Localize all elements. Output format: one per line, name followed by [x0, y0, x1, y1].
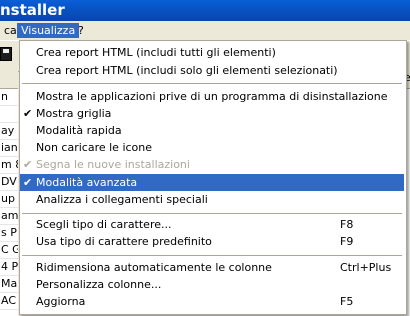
menu-separator	[22, 83, 402, 84]
list-item[interactable]	[0, 106, 18, 123]
list-item[interactable]: AC	[0, 293, 18, 310]
menu-item-report-all[interactable]: Crea report HTML (includi tutti gli elem…	[20, 44, 404, 61]
program-list: n ay ian m 8 DV up ame s P C G 4 P Man A…	[0, 71, 18, 316]
menu-item-refresh[interactable]: Aggiorna F5	[20, 293, 404, 310]
list-item[interactable]: ay	[0, 123, 18, 140]
menu-item-label: Crea report HTML (includi tutti gli elem…	[36, 46, 276, 59]
menu-item-default-font[interactable]: Usa tipo di carattere predefinito F9	[20, 233, 404, 250]
checkmark-icon: ✔	[23, 176, 33, 189]
menu-item-show-no-uninstaller[interactable]: Mostra le applicazioni prive di un progr…	[20, 88, 404, 105]
menu-item-shortcut: F5	[340, 295, 354, 308]
menu-item-report-selected[interactable]: Crea report HTML (includi solo gli eleme…	[20, 62, 404, 79]
menu-item-show-grid[interactable]: ✔ Mostra griglia	[20, 105, 404, 122]
menu-item-no-icons[interactable]: Non caricare le icone	[20, 139, 404, 156]
menu-item-autosize-columns[interactable]: Ridimensiona automaticamente le colonne …	[20, 259, 404, 276]
menu-separator	[22, 255, 402, 256]
window-title: nstaller	[0, 1, 65, 19]
menu-item-label: Segna le nuove installazioni	[36, 158, 190, 171]
save-icon	[0, 47, 12, 61]
menu-item-label: Analizza i collegamenti speciali	[36, 193, 208, 206]
menu-item-label: Scegli tipo di carattere...	[36, 218, 172, 231]
menu-item-label: Modalità rapida	[36, 124, 122, 137]
menu-item-label: Non caricare le icone	[36, 141, 153, 154]
list-item[interactable]: ame	[0, 208, 18, 225]
menu-visualizza[interactable]: Visualizza	[17, 23, 80, 38]
menu-item-label: Mostra griglia	[36, 107, 112, 120]
menu-item-label: Personalizza colonne...	[36, 278, 162, 291]
menu-item-label: Mostra le applicazioni prive di un progr…	[36, 90, 388, 103]
list-item[interactable]: up	[0, 191, 18, 208]
list-item[interactable]: Man	[0, 276, 18, 293]
menu-item-customize-columns[interactable]: Personalizza colonne...	[20, 276, 404, 293]
list-item[interactable]: DV	[0, 174, 18, 191]
menu-item-label: Ridimensiona automaticamente le colonne	[36, 261, 272, 274]
list-item[interactable]: ian	[0, 140, 18, 157]
list-item[interactable]: C G	[0, 242, 18, 259]
menu-item-choose-font[interactable]: Scegli tipo di carattere... F8	[20, 216, 404, 233]
menu-help[interactable]: ?	[74, 23, 88, 38]
menu-item-label: Usa tipo di carattere predefinito	[36, 235, 212, 248]
checkmark-icon: ✔	[23, 158, 33, 171]
list-item[interactable]: 4 P	[0, 259, 18, 276]
menu-item-label: Aggiorna	[36, 295, 86, 308]
list-item[interactable]: s P	[0, 225, 18, 242]
list-item[interactable]: n	[0, 89, 18, 106]
menu-item-analyze-shortcuts[interactable]: Analizza i collegamenti speciali	[20, 191, 404, 208]
list-item[interactable]: m 8	[0, 157, 18, 174]
menu-item-shortcut: Ctrl+Plus	[340, 261, 392, 274]
visualizza-menu: Crea report HTML (includi tutti gli elem…	[19, 40, 407, 315]
menu-item-shortcut: F9	[340, 235, 354, 248]
checkmark-icon: ✔	[23, 107, 33, 120]
save-button[interactable]	[0, 45, 12, 61]
title-bar: nstaller	[0, 0, 410, 21]
column-header[interactable]	[0, 71, 18, 89]
menu-item-label: Modalità avanzata	[36, 176, 138, 189]
menu-item-mark-new-installs: ✔ Segna le nuove installazioni	[20, 156, 404, 173]
menu-item-label: Crea report HTML (includi solo gli eleme…	[36, 64, 338, 77]
menu-separator	[22, 213, 402, 214]
menu-bar: ca Visualizza ?	[0, 21, 410, 40]
menu-item-quick-mode[interactable]: Modalità rapida	[20, 122, 404, 139]
menu-item-advanced-mode[interactable]: ✔ Modalità avanzata	[20, 174, 404, 191]
menu-item-shortcut: F8	[340, 218, 354, 231]
